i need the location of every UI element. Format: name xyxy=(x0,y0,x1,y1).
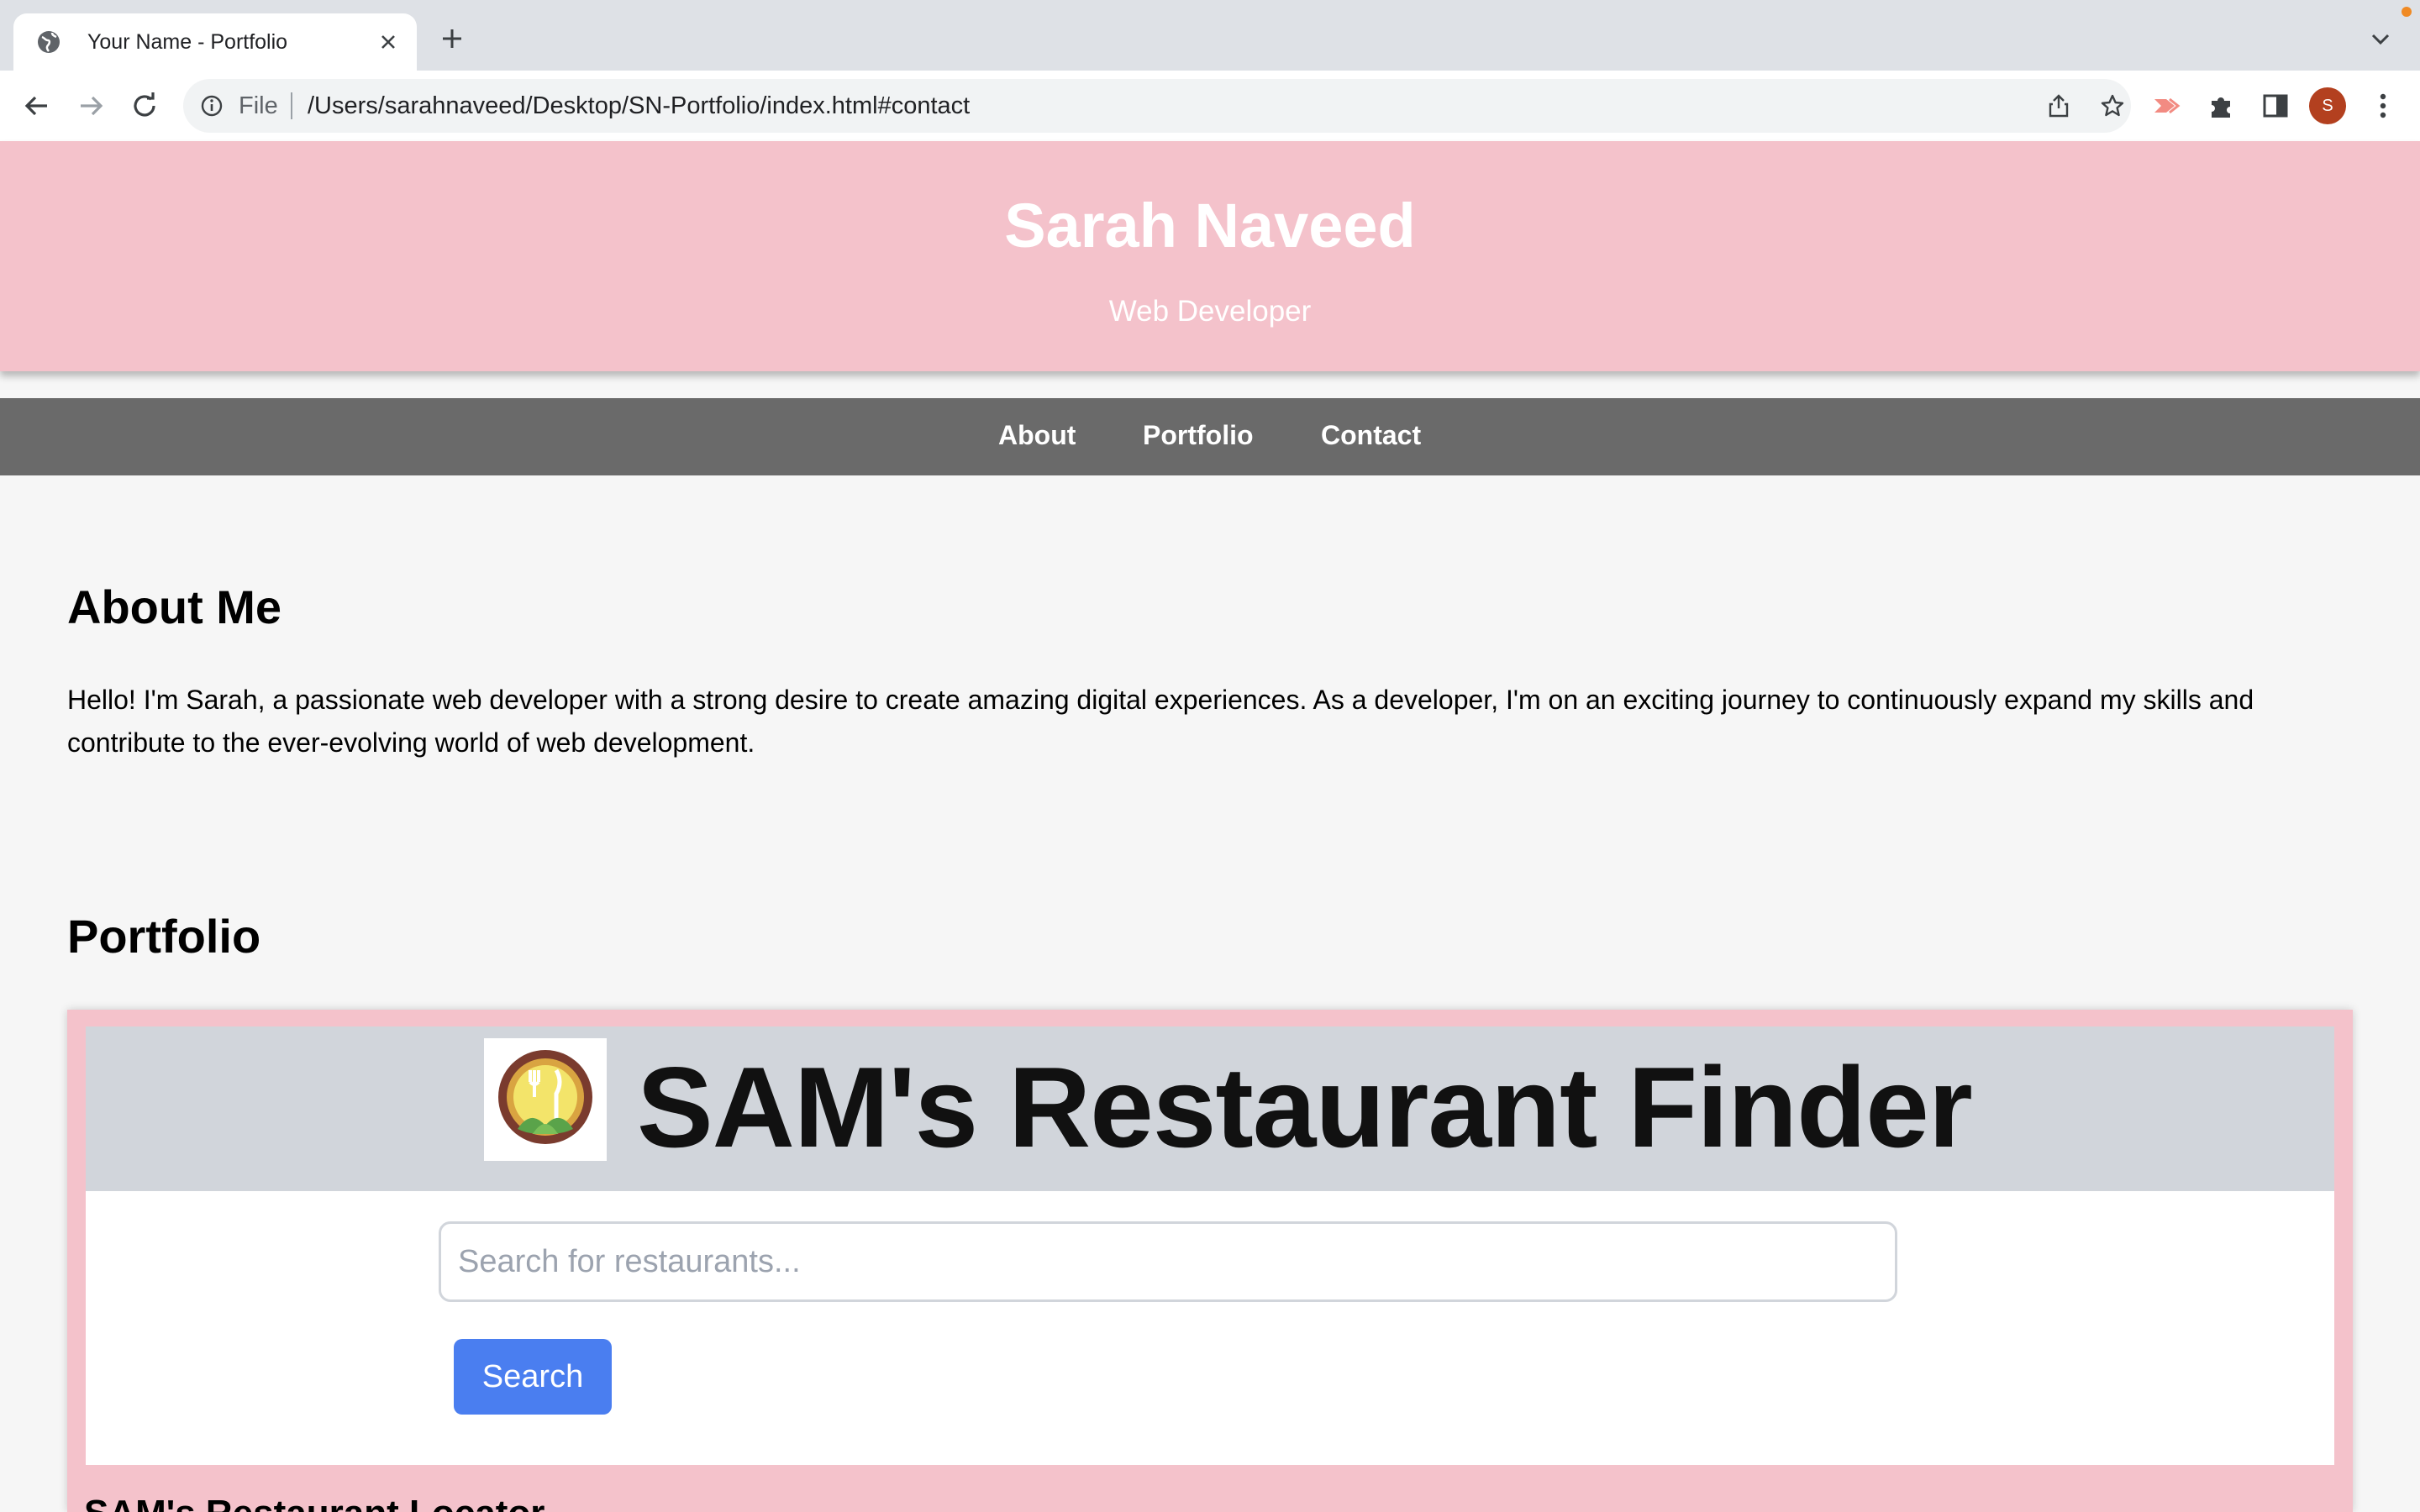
nav-link-about[interactable]: About xyxy=(998,418,1076,452)
nav-link-contact[interactable]: Contact xyxy=(1321,418,1421,452)
tab-strip: Your Name - Portfolio xyxy=(0,0,2420,71)
about-heading: About Me xyxy=(67,580,282,633)
address-divider xyxy=(291,92,292,119)
side-panel-icon[interactable] xyxy=(2259,89,2292,123)
restaurant-logo-icon xyxy=(484,1038,607,1161)
portfolio-project-card: SAM's Restaurant Finder Search SAM's Res… xyxy=(67,1010,2353,1512)
browser-tab[interactable]: Your Name - Portfolio xyxy=(13,13,417,71)
nav-link-portfolio[interactable]: Portfolio xyxy=(1143,418,1254,452)
restaurant-search-input[interactable] xyxy=(439,1221,1897,1302)
site-role: Web Developer xyxy=(1108,295,1312,328)
forward-icon[interactable] xyxy=(74,89,108,123)
portfolio-heading: Portfolio xyxy=(67,910,261,963)
address-scheme: File xyxy=(239,92,278,119)
about-text: Hello! I'm Sarah, a passionate web devel… xyxy=(67,685,2254,758)
update-dot xyxy=(2402,7,2412,17)
back-icon[interactable] xyxy=(20,89,54,123)
extension-cast-icon[interactable] xyxy=(2149,89,2183,123)
close-icon[interactable] xyxy=(376,30,400,54)
project-title: SAM's Restaurant Finder xyxy=(637,1043,1973,1171)
address-bar[interactable]: File /Users/sarahnaveed/Desktop/SN-Portf… xyxy=(183,79,2131,133)
globe-icon xyxy=(38,31,60,53)
puzzle-icon[interactable] xyxy=(2205,89,2238,123)
search-button[interactable]: Search xyxy=(454,1339,612,1415)
project-search-panel: Search xyxy=(86,1191,2334,1465)
browser-toolbar: File /Users/sarahnaveed/Desktop/SN-Portf… xyxy=(0,71,2420,141)
tab-title: Your Name - Portfolio xyxy=(87,30,288,54)
profile-avatar[interactable]: S xyxy=(2309,87,2346,124)
kebab-menu-icon[interactable] xyxy=(2366,89,2400,123)
star-icon[interactable] xyxy=(2099,92,2126,119)
share-icon[interactable] xyxy=(2045,92,2072,119)
site-header: Sarah Naveed Web Developer xyxy=(0,141,2420,371)
project-header: SAM's Restaurant Finder xyxy=(86,1026,2334,1191)
chevron-down-icon[interactable] xyxy=(2368,29,2393,49)
site-name: Sarah Naveed xyxy=(1004,191,1416,260)
address-url[interactable]: /Users/sarahnaveed/Desktop/SN-Portfolio/… xyxy=(308,91,970,121)
reload-icon[interactable] xyxy=(128,89,161,123)
project-subheading: SAM's Restaurant Locator xyxy=(84,1492,544,1512)
plus-icon[interactable] xyxy=(439,25,466,52)
info-icon[interactable] xyxy=(198,92,225,119)
site-nav: About Portfolio Contact xyxy=(0,398,2420,475)
